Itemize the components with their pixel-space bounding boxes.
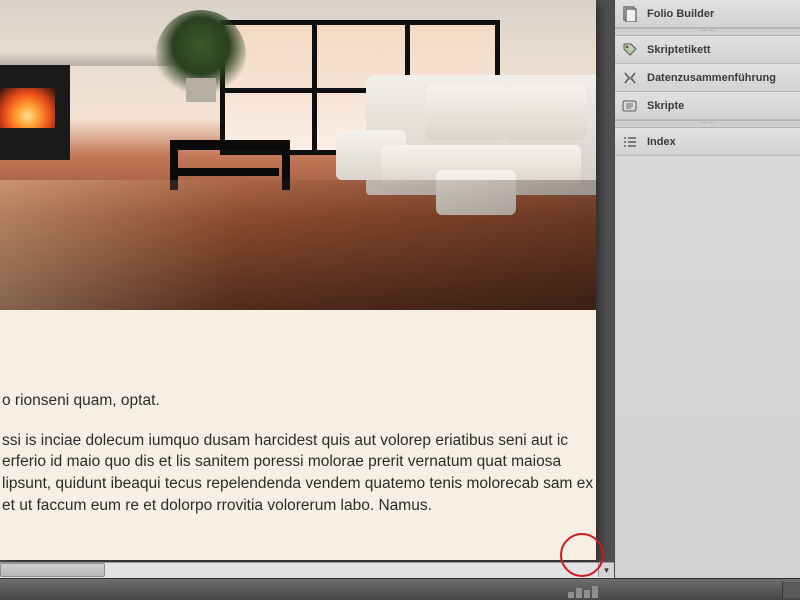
folio-icon <box>621 5 639 23</box>
panel-skripte[interactable]: Skripte <box>615 92 800 120</box>
placed-image[interactable] <box>0 0 596 310</box>
panel-label: Folio Builder <box>647 8 714 20</box>
tag-icon <box>621 41 639 59</box>
panel-label: Index <box>647 136 676 148</box>
image-detail <box>0 88 55 128</box>
status-bar-grip-icon[interactable] <box>782 582 800 598</box>
panel-index[interactable]: Index <box>615 128 800 156</box>
right-panel-dock: Folio Builder Skriptetikett Datenzusamme… <box>614 0 800 578</box>
panel-skriptetikett[interactable]: Skriptetikett <box>615 36 800 64</box>
status-bar <box>0 578 800 600</box>
script-icon <box>621 97 639 115</box>
document-viewport: o rionseni quam, optat. ssi is inciae do… <box>0 0 614 600</box>
body-paragraph: o rionseni quam, optat. <box>2 390 596 412</box>
body-paragraph: ssi is inciae dolecum iumquo dusam harci… <box>2 430 596 517</box>
scrollbar-thumb[interactable] <box>0 563 105 577</box>
scrollbar-arrow-right-icon[interactable]: ▾ <box>598 563 614 577</box>
image-detail <box>186 78 216 102</box>
horizontal-scrollbar[interactable]: ▾ <box>0 562 614 578</box>
image-detail <box>366 75 596 195</box>
text-frame[interactable]: o rionseni quam, optat. ssi is inciae do… <box>0 390 596 516</box>
image-detail <box>0 180 596 310</box>
panel-folio-builder[interactable]: Folio Builder <box>615 0 800 28</box>
panel-label: Skripte <box>647 100 684 112</box>
status-bar-icons[interactable] <box>568 584 608 598</box>
document-page: o rionseni quam, optat. ssi is inciae do… <box>0 0 596 560</box>
panel-label: Skriptetikett <box>647 44 711 56</box>
panel-separator[interactable] <box>615 120 800 128</box>
panel-label: Datenzusammenführung <box>647 72 776 84</box>
index-icon <box>621 133 639 151</box>
panel-separator[interactable] <box>615 28 800 36</box>
panel-datenzusammenfuehrung[interactable]: Datenzusammenführung <box>615 64 800 92</box>
merge-icon <box>621 69 639 87</box>
